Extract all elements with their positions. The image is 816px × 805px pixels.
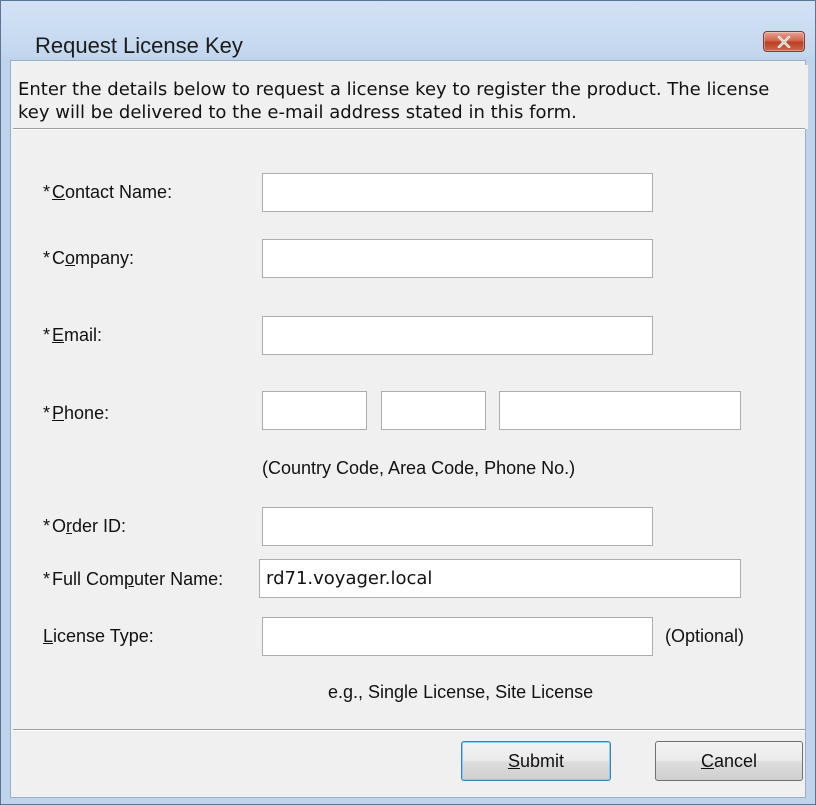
computer-name-input[interactable] [259,559,741,598]
label-text: Full Com [52,569,125,589]
label-text: mail: [64,325,103,345]
required-marker: * [43,516,51,536]
divider-bottom [13,729,805,731]
license-type-input[interactable] [262,617,653,656]
close-button[interactable] [763,31,805,52]
required-marker: * [43,325,51,345]
intro-text: Enter the details below to request a lic… [18,79,770,123]
label-text: ontact Name: [65,182,173,202]
window-title: Request License Key [35,33,243,58]
button-label: ancel [713,750,758,771]
label-accelerator: o [65,248,76,268]
contact-name-input[interactable] [262,173,653,212]
license-type-hint: e.g., Single License, Site License [328,682,594,702]
label-accelerator: p [124,569,135,589]
required-marker: * [43,248,51,268]
label-accelerator: P [52,403,65,423]
phone-area-code-input[interactable] [381,391,486,430]
phone-label: * Phone: [43,403,109,424]
label-text: icense Type: [53,626,154,646]
label-text: uter Name: [134,569,224,589]
label-text: mpany: [75,248,135,268]
email-input[interactable] [262,316,653,355]
label-text: der ID: [72,516,127,536]
computer-name-label: * Full Computer Name: [43,569,223,590]
label-accelerator: E [52,325,65,345]
title-bar[interactable]: Request License Key [1,1,815,58]
company-label: * Company: [43,248,134,269]
label-accelerator: C [52,182,66,202]
button-accelerator: S [507,750,520,771]
phone-country-code-input[interactable] [262,391,367,430]
request-license-dialog: Request License Key Enter the details be… [0,0,816,805]
required-marker: * [43,182,51,202]
optional-note: (Optional) [665,626,745,646]
license-type-label: License Type: [43,626,154,647]
close-icon [777,35,791,48]
divider-top [13,128,805,130]
intro-panel: Enter the details below to request a lic… [18,65,808,129]
required-marker: * [43,403,51,423]
order-id-input[interactable] [262,507,653,546]
contact-name-label: * Contact Name: [43,182,172,203]
required-marker: * [43,569,51,589]
company-input[interactable] [262,239,653,278]
label-text: O [52,516,67,536]
label-text: C [52,248,66,268]
email-label: * Email: [43,325,102,346]
order-id-label: * Order ID: [43,516,126,537]
button-label: ubmit [520,750,565,771]
label-accelerator: L [43,626,54,646]
submit-button[interactable]: Submit [461,741,611,781]
phone-number-input[interactable] [499,391,741,430]
cancel-button[interactable]: Cancel [655,741,803,781]
button-accelerator: C [700,750,714,771]
label-text: hone: [64,403,110,423]
phone-format-hint: (Country Code, Area Code, Phone No.) [262,458,576,478]
